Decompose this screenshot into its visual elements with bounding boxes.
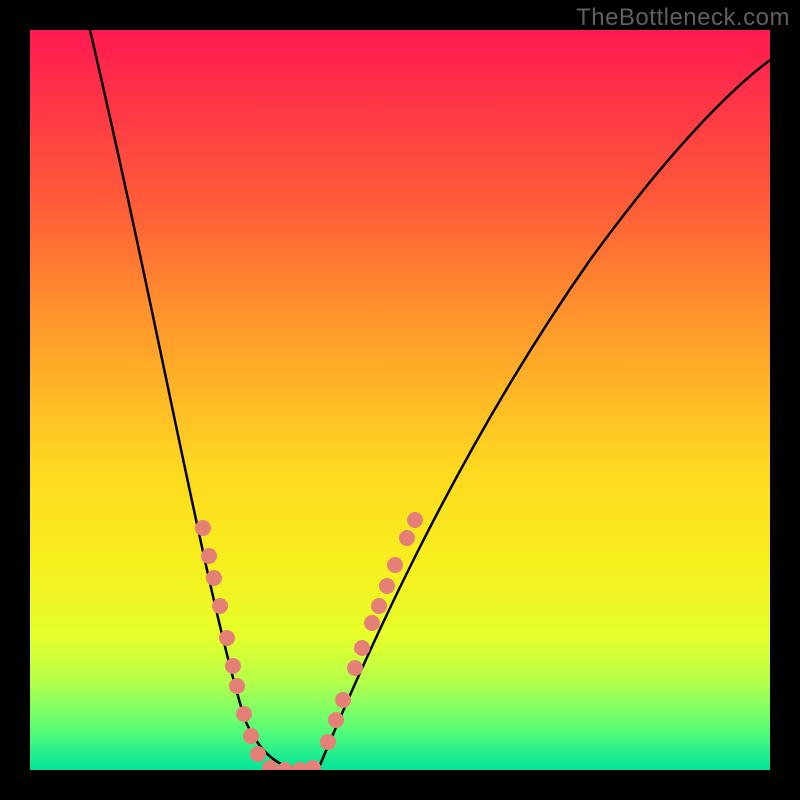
curve-marker: [387, 557, 403, 573]
curve-marker: [305, 760, 321, 770]
marker-group-left: [195, 520, 321, 770]
curve-marker: [354, 640, 370, 656]
curve-marker: [371, 598, 387, 614]
curve-marker: [212, 598, 228, 614]
curve-marker: [250, 746, 266, 762]
chart-frame: TheBottleneck.com: [0, 0, 800, 800]
curve-marker: [399, 530, 415, 546]
watermark-text: TheBottleneck.com: [576, 4, 790, 32]
curve-marker: [335, 692, 351, 708]
plot-area: [30, 30, 770, 770]
curve-marker: [225, 658, 241, 674]
marker-group-right: [320, 512, 423, 750]
curve-marker: [407, 512, 423, 528]
curve-marker: [201, 548, 217, 564]
curve-marker: [347, 660, 363, 676]
curve-marker: [243, 728, 259, 744]
curve-marker: [219, 630, 235, 646]
curve-marker: [328, 712, 344, 728]
curve-marker: [379, 578, 395, 594]
bottleneck-curve-svg: [30, 30, 770, 770]
bottleneck-curve-path: [90, 30, 770, 770]
curve-marker: [206, 570, 222, 586]
curve-marker: [364, 615, 380, 631]
curve-marker: [320, 734, 336, 750]
curve-marker: [195, 520, 211, 536]
curve-marker: [236, 706, 252, 722]
curve-marker: [229, 678, 245, 694]
